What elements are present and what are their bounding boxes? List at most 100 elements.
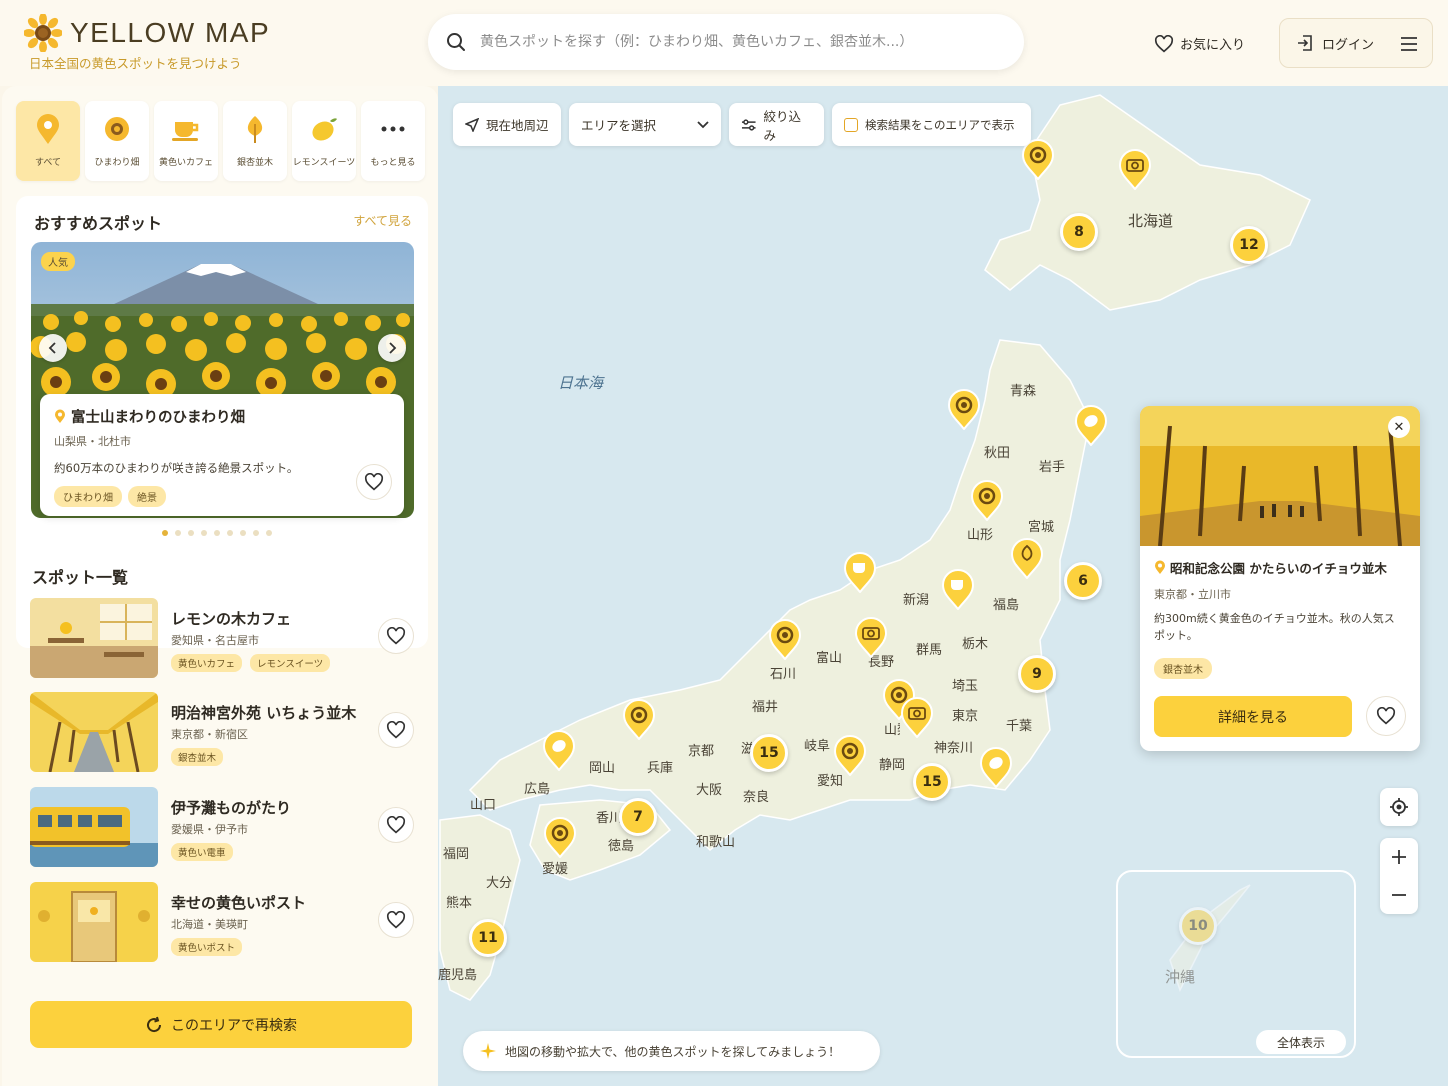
tag[interactable]: 黄色いポスト xyxy=(171,938,243,956)
favorite-toggle-button[interactable] xyxy=(378,618,414,654)
list-item[interactable]: 明治神宮外苑 いちょう並木 東京都・新宿区 銀杏並木 xyxy=(30,692,416,772)
carousel-dot[interactable] xyxy=(227,530,233,536)
featured-spot-card[interactable]: 富士山まわりのひまわり畑 山梨県・北杜市 約60万本のひまわりが咲き誇る絶景スポ… xyxy=(40,394,404,516)
sunflower-icon xyxy=(105,117,129,141)
region-label: 富山 xyxy=(816,651,843,666)
sea-label: 日本海 xyxy=(558,374,604,392)
map-hint-banner: 地図の移動や拡大で、他の黄色スポットを探してみましょう！ xyxy=(463,1031,880,1071)
login-button[interactable]: ログイン xyxy=(1279,18,1433,68)
research-area-button[interactable]: このエリアで再検索 xyxy=(30,1001,412,1048)
favorite-toggle-button[interactable] xyxy=(378,712,414,748)
category-sunflower[interactable]: ひまわり畑 xyxy=(85,101,149,181)
carousel-next-button[interactable] xyxy=(378,334,406,362)
list-item[interactable]: 幸せの黄色いポスト 北海道・美瑛町 黄色いポスト xyxy=(30,882,416,962)
carousel-dot[interactable] xyxy=(214,530,220,536)
zoom-out-icon[interactable] xyxy=(1391,887,1407,903)
cafe-pin-icon[interactable] xyxy=(843,551,877,593)
map-cluster[interactable]: 11 xyxy=(469,919,507,957)
carousel-dot[interactable] xyxy=(253,530,259,536)
tag[interactable]: 黄色い電車 xyxy=(171,843,233,861)
lemon-pin-icon[interactable] xyxy=(979,746,1013,788)
app-title: YELLOW MAP xyxy=(70,17,271,48)
checkbox-icon[interactable] xyxy=(844,117,858,132)
map-cluster[interactable]: 6 xyxy=(1064,562,1102,600)
zoom-in-icon[interactable] xyxy=(1391,849,1407,865)
sunflower-pin-icon[interactable] xyxy=(970,479,1004,521)
tag[interactable]: 絶景 xyxy=(128,486,166,507)
map-cluster[interactable]: 8 xyxy=(1060,213,1098,251)
view-details-button[interactable]: 詳細を見る xyxy=(1154,696,1352,737)
sunflower-pin-icon[interactable] xyxy=(833,734,867,776)
category-lemon[interactable]: レモンスイーツ xyxy=(292,101,356,181)
spot-location: 東京都・新宿区 xyxy=(171,728,248,741)
category-all[interactable]: すべて xyxy=(16,101,80,181)
heart-icon xyxy=(386,816,406,834)
lemon-icon xyxy=(312,118,337,141)
region-label: 群馬 xyxy=(916,643,943,658)
search-bar[interactable] xyxy=(428,14,1024,70)
show-in-area-label: 検索結果をこのエリアで表示 xyxy=(865,117,1015,132)
list-item[interactable]: レモンの木カフェ 愛知県・名古屋市 黄色いカフェ レモンスイーツ xyxy=(30,598,416,678)
refresh-icon xyxy=(147,1016,162,1032)
map-cluster[interactable]: 12 xyxy=(1230,226,1268,264)
locate-me-button[interactable] xyxy=(1380,788,1418,826)
favorite-toggle-button[interactable] xyxy=(378,902,414,938)
sunflower-pin-icon[interactable] xyxy=(947,388,981,430)
carousel-dot[interactable] xyxy=(201,530,207,536)
popup-tag[interactable]: 銀杏並木 xyxy=(1154,658,1212,679)
camera-pin-icon[interactable] xyxy=(1118,148,1152,190)
sunflower-pin-icon[interactable] xyxy=(622,698,656,740)
menu-icon[interactable] xyxy=(1400,36,1418,52)
cafe-pin-icon[interactable] xyxy=(941,568,975,610)
ginkgo-pin-icon[interactable] xyxy=(1010,537,1044,579)
spot-name: 明治神宮外苑 いちょう並木 xyxy=(171,704,357,722)
heart-icon xyxy=(1376,707,1396,725)
favorite-toggle-button[interactable] xyxy=(378,807,414,843)
map-cluster[interactable]: 15 xyxy=(750,734,788,772)
app-subtitle: 日本全国の黄色スポットを見つけよう xyxy=(29,56,242,71)
area-select-dropdown[interactable]: エリアを選択 xyxy=(569,103,721,146)
tag[interactable]: 黄色いカフェ xyxy=(171,654,243,672)
close-icon[interactable]: ✕ xyxy=(1388,416,1410,438)
camera-pin-icon[interactable] xyxy=(854,616,888,658)
camera-pin-icon[interactable] xyxy=(900,696,934,738)
carousel-dot[interactable] xyxy=(188,530,194,536)
show-all-button[interactable]: 全体表示 xyxy=(1256,1030,1346,1054)
login-label: ログイン xyxy=(1322,37,1375,53)
search-input[interactable] xyxy=(480,34,1000,50)
ginkgo-avenue-thumbnail xyxy=(30,692,158,772)
category-more[interactable]: もっと見る xyxy=(361,101,425,181)
category-label: 黄色いカフェ xyxy=(158,158,213,168)
favorite-toggle-button[interactable] xyxy=(356,464,392,500)
favorites-button[interactable]: お気に入り xyxy=(1154,34,1245,53)
carousel-prev-button[interactable] xyxy=(39,334,67,362)
carousel-dot[interactable] xyxy=(266,530,272,536)
sunflower-pin-icon[interactable] xyxy=(543,816,577,858)
near-me-button[interactable]: 現在地周辺 xyxy=(453,103,561,146)
category-cafe[interactable]: 黄色いカフェ xyxy=(154,101,218,181)
carousel-dot[interactable] xyxy=(240,530,246,536)
carousel-dot[interactable] xyxy=(175,530,181,536)
lemon-pin-icon[interactable] xyxy=(1074,404,1108,446)
map-cluster[interactable]: 7 xyxy=(619,798,657,836)
map-cluster[interactable]: 15 xyxy=(913,763,951,801)
see-all-link[interactable]: すべて見る xyxy=(353,212,412,229)
sunflower-pin-icon[interactable] xyxy=(768,618,802,660)
carousel-dot[interactable] xyxy=(162,530,168,536)
tag[interactable]: レモンスイーツ xyxy=(250,654,331,672)
region-label: 神奈川 xyxy=(934,741,974,756)
tag[interactable]: 銀杏並木 xyxy=(171,748,224,766)
map-cluster[interactable]: 9 xyxy=(1018,655,1056,693)
category-ginkgo[interactable]: 銀杏並木 xyxy=(223,101,287,181)
logo[interactable]: YELLOW MAP xyxy=(24,14,270,52)
tag[interactable]: ひまわり畑 xyxy=(54,486,122,507)
filter-button[interactable]: 絞り込み xyxy=(729,103,824,146)
lemon-pin-icon[interactable] xyxy=(542,729,576,771)
region-label: 福岡 xyxy=(443,847,470,862)
favorite-toggle-button[interactable] xyxy=(1366,696,1406,736)
show-in-area-checkbox[interactable]: 検索結果をこのエリアで表示 xyxy=(832,103,1031,146)
region-label: 石川 xyxy=(770,667,797,682)
list-item[interactable]: 伊予灘ものがたり 愛媛県・伊予市 黄色い電車 xyxy=(30,787,416,867)
region-label: 静岡 xyxy=(879,758,906,773)
okinawa-inset[interactable]: 全体表示 xyxy=(1116,870,1356,1058)
